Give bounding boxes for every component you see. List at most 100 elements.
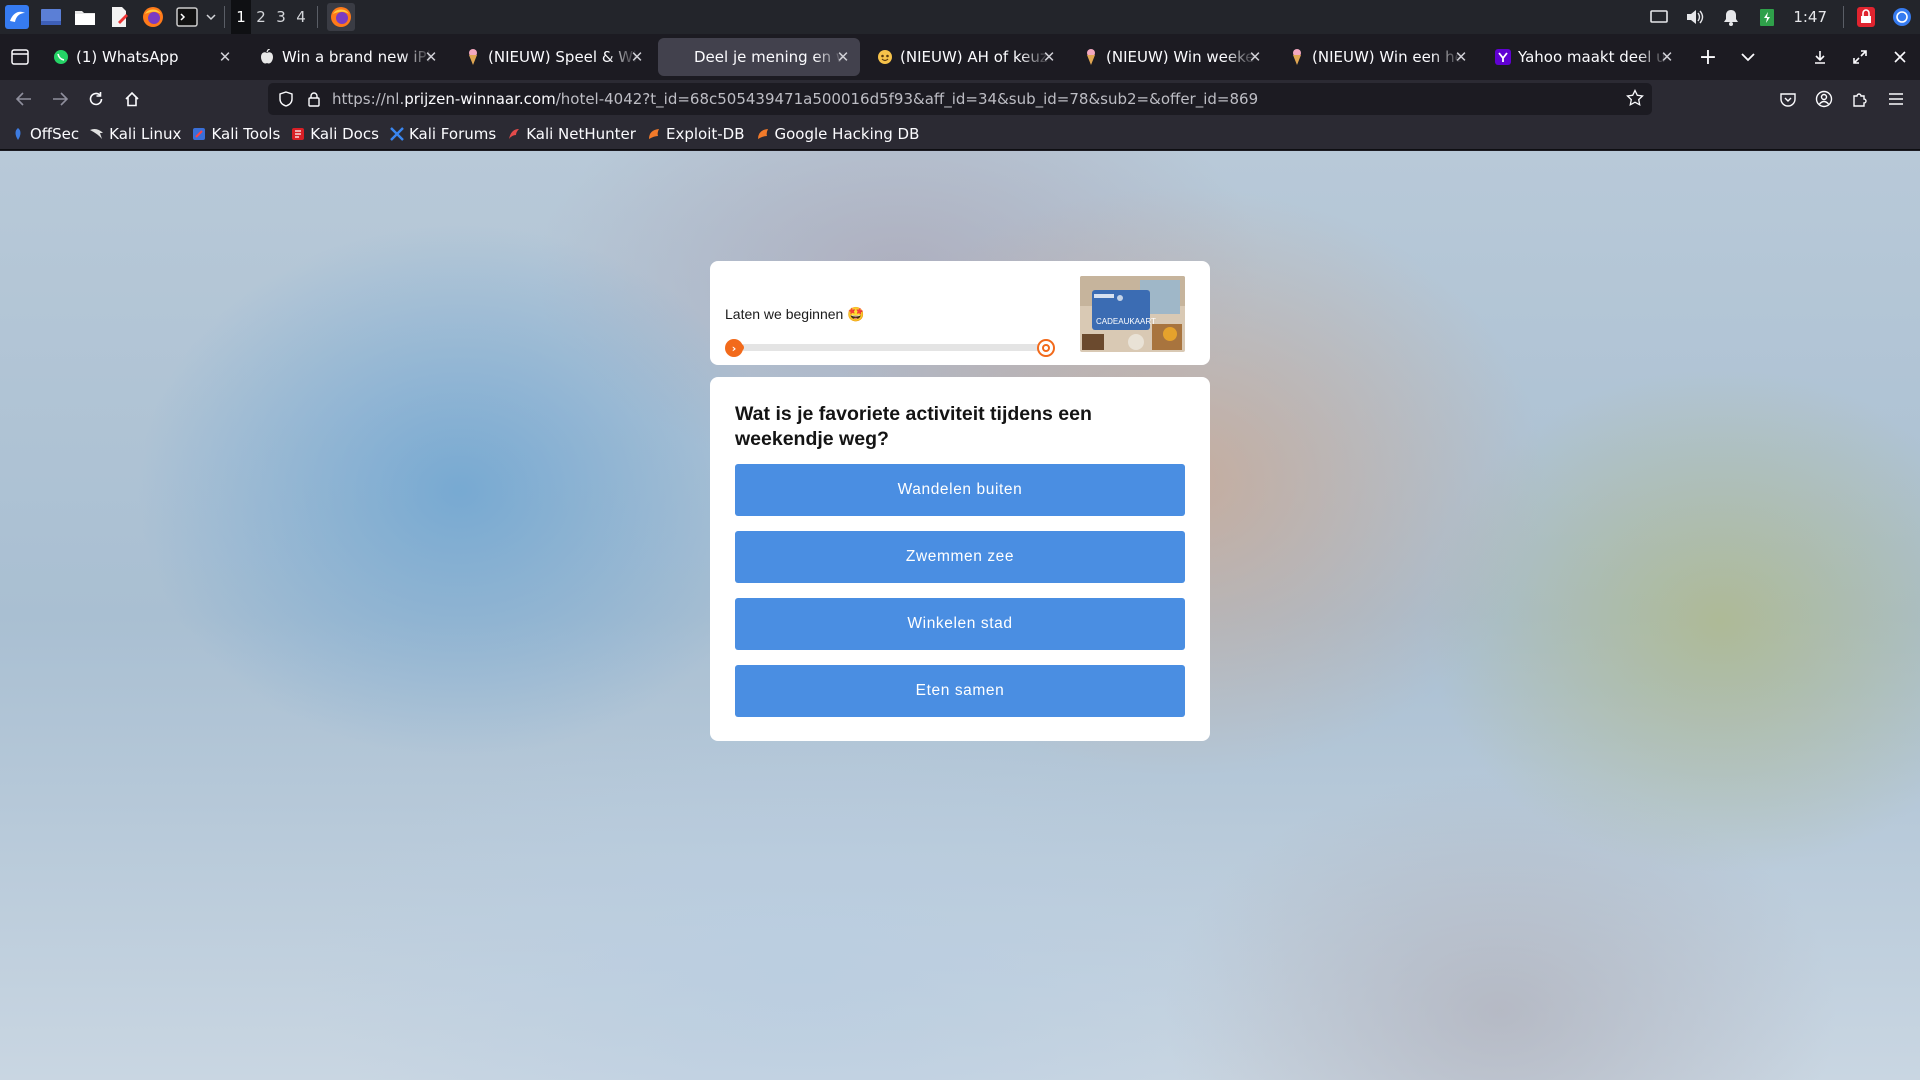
reload-icon[interactable]: [78, 81, 114, 117]
tab-close-icon[interactable]: ✕: [1040, 48, 1058, 66]
text-editor-icon[interactable]: [105, 3, 133, 31]
account-icon[interactable]: [1806, 81, 1842, 117]
progress-card: Laten we beginnen 🤩 › CADEAUKAART: [710, 261, 1210, 365]
volume-icon[interactable]: [1677, 0, 1713, 34]
battery-charging-icon[interactable]: [1749, 0, 1785, 34]
prize-card-label: CADEAUKAART: [1096, 317, 1156, 326]
workspace-4[interactable]: 4: [291, 0, 311, 34]
panel-separator: [224, 6, 225, 28]
tab-win-weekend[interactable]: (NIEUW) Win weekend ✕: [1070, 38, 1272, 76]
workspace-3[interactable]: 3: [271, 0, 291, 34]
answer-button-winkelen[interactable]: Winkelen stad: [735, 598, 1185, 650]
workspace-1[interactable]: 1: [231, 0, 251, 34]
bookmark-google-hacking-db[interactable]: Google Hacking DB: [755, 120, 919, 148]
extensions-puzzle-icon[interactable]: [1842, 81, 1878, 117]
tab-win-een-hem[interactable]: (NIEUW) Win een hem ✕: [1276, 38, 1478, 76]
home-icon[interactable]: [114, 81, 150, 117]
exploit-db-icon: [646, 126, 662, 142]
power-menu-icon[interactable]: [1884, 0, 1920, 34]
whatsapp-icon: [52, 48, 70, 66]
bookmarks-toolbar: OffSec Kali Linux Kali Tools Kali Docs K…: [0, 118, 1920, 150]
page-content: Laten we beginnen 🤩 › CADEAUKAART Wat is: [0, 151, 1920, 1080]
firefox-view-icon[interactable]: [0, 34, 40, 80]
panel-separator: [317, 6, 318, 28]
bookmark-kali-linux[interactable]: Kali Linux: [89, 120, 181, 148]
forward-arrow-icon[interactable]: [42, 81, 78, 117]
progress-status-text: Laten we beginnen 🤩: [725, 306, 865, 322]
tracking-protection-shield-icon[interactable]: [272, 83, 300, 115]
tab-close-icon[interactable]: ✕: [1246, 48, 1264, 66]
ice-cream-icon: [464, 48, 482, 66]
tab-title: (1) WhatsApp: [76, 48, 179, 66]
tab-deel-je-mening[interactable]: Deel je mening en win ✕: [658, 38, 860, 76]
tab-yahoo[interactable]: Yahoo maakt deel uit v ✕: [1482, 38, 1684, 76]
url-text[interactable]: https://nl.prijzen-winnaar.com/hotel-404…: [332, 90, 1258, 108]
kali-forums-icon: [389, 126, 405, 142]
bookmark-kali-tools[interactable]: Kali Tools: [191, 120, 280, 148]
terminal-icon[interactable]: [173, 3, 201, 31]
bookmark-kali-forums[interactable]: Kali Forums: [389, 120, 496, 148]
progress-start-marker-icon: ›: [725, 339, 743, 357]
panel-clock[interactable]: 1:47: [1785, 8, 1839, 26]
show-desktop-icon[interactable]: [37, 3, 65, 31]
tab-close-icon[interactable]: ✕: [1452, 48, 1470, 66]
restore-window-icon[interactable]: [1840, 34, 1880, 80]
yahoo-icon: [1494, 48, 1512, 66]
bookmark-kali-docs[interactable]: Kali Docs: [290, 120, 379, 148]
bookmark-kali-nethunter[interactable]: Kali NetHunter: [506, 120, 636, 148]
tab-iphone[interactable]: Win a brand new iPhone ✕: [246, 38, 448, 76]
tab-title: Deel je mening en win: [694, 48, 844, 66]
hamburger-menu-icon[interactable]: [1878, 81, 1914, 117]
display-icon[interactable]: [1641, 0, 1677, 34]
bookmark-exploit-db[interactable]: Exploit-DB: [646, 120, 745, 148]
tab-close-icon[interactable]: ✕: [628, 48, 646, 66]
tab-title: (NIEUW) Win een hem: [1312, 48, 1462, 66]
lock-screen-icon[interactable]: [1848, 0, 1884, 34]
workspace-2[interactable]: 2: [251, 0, 271, 34]
firefox-window-button[interactable]: [327, 3, 355, 31]
browser-tab-strip: (1) WhatsApp ✕ Win a brand new iPhone ✕ …: [0, 34, 1920, 80]
notifications-bell-icon[interactable]: [1713, 0, 1749, 34]
tab-speel-win[interactable]: (NIEUW) Speel & Win De ✕: [452, 38, 654, 76]
url-bar[interactable]: https://nl.prijzen-winnaar.com/hotel-404…: [268, 83, 1652, 115]
tab-close-icon[interactable]: ✕: [422, 48, 440, 66]
downloads-icon[interactable]: [1800, 34, 1840, 80]
bookmark-star-icon[interactable]: [1626, 88, 1644, 111]
kali-dragon-icon: [89, 126, 105, 142]
progress-target-marker-icon: [1037, 339, 1055, 357]
answer-button-wandelen[interactable]: Wandelen buiten: [735, 464, 1185, 516]
tab-whatsapp[interactable]: (1) WhatsApp ✕: [40, 38, 242, 76]
tab-title: (NIEUW) AH of keuze k: [900, 48, 1050, 66]
kali-menu-icon[interactable]: [3, 3, 31, 31]
firefox-launcher-icon[interactable]: [139, 3, 167, 31]
tab-title: Win a brand new iPhone: [282, 48, 432, 66]
kali-docs-icon: [290, 126, 306, 142]
os-top-panel: 1 2 3 4 1:47: [0, 0, 1920, 34]
tab-ah-keuze[interactable]: (NIEUW) AH of keuze k ✕: [864, 38, 1066, 76]
pocket-icon[interactable]: [1770, 81, 1806, 117]
padlock-icon[interactable]: [300, 83, 328, 115]
new-tab-plus-icon[interactable]: +: [1688, 34, 1728, 80]
close-window-icon[interactable]: [1880, 34, 1920, 80]
prize-gift-card-image: CADEAUKAART: [1080, 276, 1185, 352]
list-all-tabs-chevron-icon[interactable]: [1728, 34, 1768, 80]
tab-close-icon[interactable]: ✕: [1658, 48, 1676, 66]
question-card: Wat is je favoriete activiteit tijdens e…: [710, 377, 1210, 741]
progress-track: [728, 344, 1046, 351]
tab-close-icon[interactable]: ✕: [834, 48, 852, 66]
panel-separator: [1843, 6, 1844, 28]
apple-icon: [258, 48, 276, 66]
navigation-toolbar: https://nl.prijzen-winnaar.com/hotel-404…: [0, 80, 1920, 118]
kali-tools-icon: [191, 126, 207, 142]
nethunter-icon: [506, 126, 522, 142]
back-arrow-icon[interactable]: [6, 81, 42, 117]
answer-button-zwemmen[interactable]: Zwemmen zee: [735, 531, 1185, 583]
question-heading: Wat is je favoriete activiteit tijdens e…: [735, 403, 1092, 450]
chevron-down-icon[interactable]: [204, 3, 218, 31]
answer-button-eten[interactable]: Eten samen: [735, 665, 1185, 717]
tab-close-icon[interactable]: ✕: [216, 48, 234, 66]
tab-title: Yahoo maakt deel uit v: [1518, 48, 1668, 66]
emoji-icon: [876, 48, 894, 66]
file-manager-icon[interactable]: [71, 3, 99, 31]
bookmark-offsec[interactable]: OffSec: [10, 120, 79, 148]
